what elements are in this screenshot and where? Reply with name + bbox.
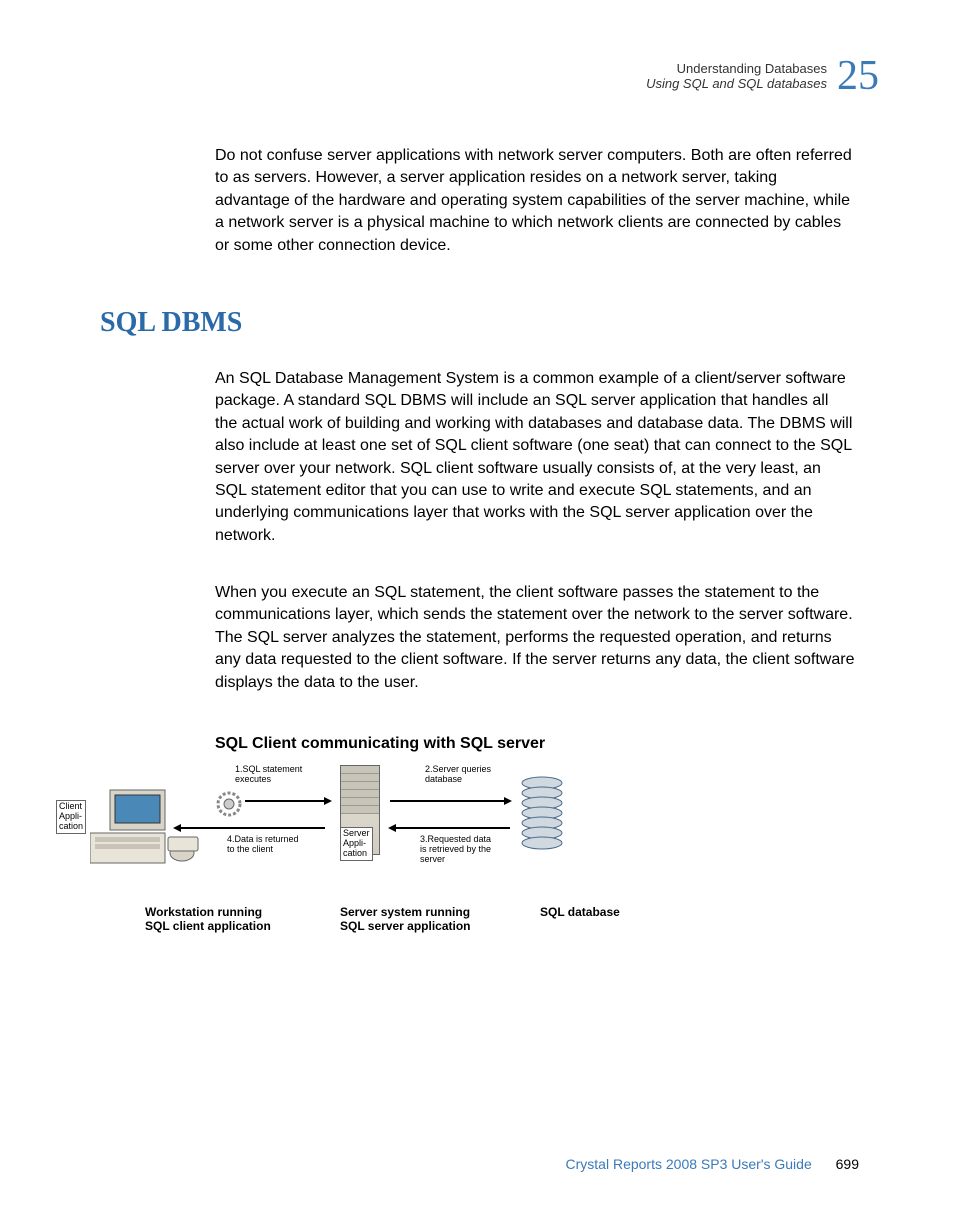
arrow-right-2 <box>390 800 510 802</box>
figure-diagram: Client Appli- cation 1.SQL statement exe… <box>60 765 680 965</box>
caption-workstation: Workstation running SQL client applicati… <box>145 905 271 934</box>
header-section: Using SQL and SQL databases <box>646 76 827 91</box>
server-app-label: Server Appli- cation <box>340 827 373 861</box>
intro-paragraph: Do not confuse server applications with … <box>215 145 855 257</box>
arrow-left-3 <box>390 827 510 829</box>
section-heading: SQL DBMS <box>100 307 242 339</box>
step-3-label: 3.Requested data is retrieved by the ser… <box>420 835 491 865</box>
footer-page-number: 699 <box>836 1156 859 1172</box>
database-icon <box>520 775 565 860</box>
step-2-label: 2.Server queries database <box>425 765 491 785</box>
caption-database: SQL database <box>540 905 620 919</box>
step-1-label: 1.SQL statement executes <box>235 765 302 785</box>
chapter-number: 25 <box>837 55 879 97</box>
page-header: Understanding Databases Using SQL and SQ… <box>646 55 879 97</box>
client-app-label: Client Appli- cation <box>56 800 86 834</box>
figure-title: SQL Client communicating with SQL server <box>215 735 545 753</box>
page-footer: Crystal Reports 2008 SP3 User's Guide 69… <box>566 1156 859 1172</box>
gear-icon <box>215 790 243 823</box>
step-4-label: 4.Data is returned to the client <box>227 835 299 855</box>
footer-guide: Crystal Reports 2008 SP3 User's Guide <box>566 1156 812 1172</box>
body-paragraph-2: When you execute an SQL statement, the c… <box>215 582 855 694</box>
breadcrumb: Understanding Databases <box>646 61 827 76</box>
arrow-right-1 <box>245 800 330 802</box>
arrow-left-4 <box>175 827 325 829</box>
body-paragraph-1: An SQL Database Management System is a c… <box>215 368 855 547</box>
caption-server: Server system running SQL server applica… <box>340 905 471 934</box>
header-text-block: Understanding Databases Using SQL and SQ… <box>646 61 827 91</box>
